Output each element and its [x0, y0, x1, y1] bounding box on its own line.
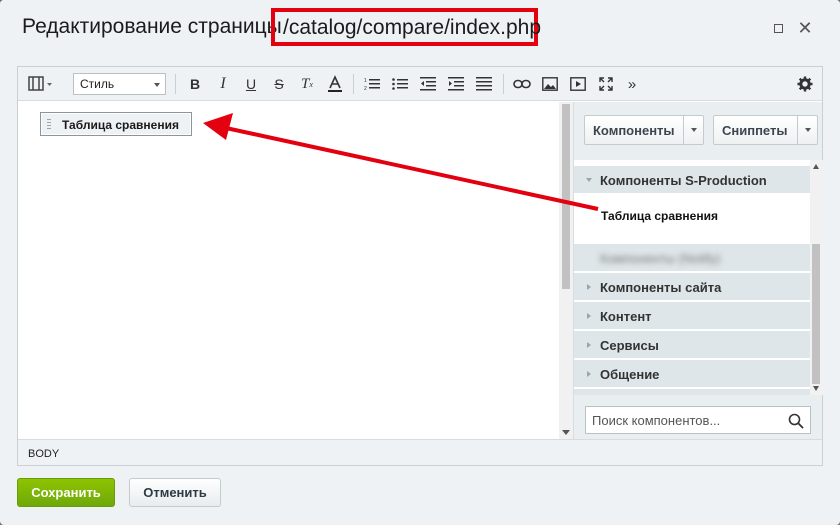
snippets-button-label: Сниппеты [722, 122, 788, 138]
bold-icon[interactable]: B [185, 73, 205, 95]
chevron-down-icon [154, 83, 160, 87]
toolbar-divider [175, 74, 176, 94]
chevron-down-icon [586, 178, 592, 182]
tree-group-label: Контент [600, 309, 652, 324]
tree-item-compare-table[interactable]: Таблица сравнения [574, 195, 810, 237]
tree-group-communication[interactable]: Общение [574, 360, 810, 388]
chevron-down-icon[interactable] [797, 116, 817, 144]
editor-statusbar: BODY [18, 439, 822, 465]
tree-group-label: Сервисы [600, 338, 659, 353]
svg-text:2: 2 [364, 86, 367, 91]
style-select-value: Стиль [80, 77, 115, 91]
image-icon[interactable] [539, 73, 561, 95]
tree-group-notify[interactable]: Компоненты (Notify) [574, 244, 810, 272]
strikethrough-icon[interactable]: S [269, 73, 289, 95]
maximize-icon[interactable] [770, 20, 786, 36]
editor-content-area[interactable]: Таблица сравнения [18, 102, 573, 439]
component-placeholder[interactable]: Таблица сравнения [40, 112, 192, 136]
align-icon[interactable] [473, 73, 495, 95]
clear-format-icon[interactable]: Tx [297, 73, 317, 95]
toolbar-divider [353, 74, 354, 94]
video-icon[interactable] [567, 73, 589, 95]
tree-group-s-production[interactable]: Компоненты S-Production [574, 166, 810, 194]
underline-icon[interactable]: U [241, 73, 261, 95]
dialog-titlebar: Редактирование страницы /catalog/compare… [0, 0, 840, 58]
scroll-up-icon[interactable] [813, 164, 819, 169]
drag-handle-icon[interactable] [47, 119, 51, 130]
more-icon[interactable]: » [623, 73, 641, 95]
save-button[interactable]: Сохранить [17, 478, 115, 507]
element-path[interactable]: BODY [28, 448, 59, 460]
style-select[interactable]: Стиль [73, 73, 166, 95]
chevron-right-icon [587, 371, 591, 377]
components-scrollbar[interactable] [810, 160, 823, 395]
editor-toolbar: Стиль B I U S Tx 12 » [18, 67, 822, 101]
template-icon[interactable] [26, 73, 56, 95]
components-button-label: Компоненты [593, 122, 675, 138]
unordered-list-icon[interactable] [389, 73, 411, 95]
snippets-button[interactable]: Сниппеты [713, 115, 818, 145]
tree-group-content[interactable]: Контент [574, 302, 810, 330]
tree-group-services[interactable]: Сервисы [574, 331, 810, 359]
page-path-highlight: /catalog/compare/index.php [271, 8, 541, 46]
tree-group-cutoff[interactable] [574, 389, 810, 395]
svg-text:1: 1 [364, 78, 367, 84]
components-panel: Компоненты Сниппеты Компоненты S-Product… [573, 102, 823, 439]
scroll-thumb[interactable] [812, 244, 820, 384]
tree-group-site-components[interactable]: Компоненты сайта [574, 273, 810, 301]
component-search-input[interactable] [586, 407, 782, 433]
fullscreen-icon[interactable] [595, 73, 617, 95]
outdent-icon[interactable] [417, 73, 439, 95]
component-placeholder-label: Таблица сравнения [62, 118, 179, 132]
tree-group-label: Компоненты S-Production [600, 173, 767, 188]
indent-icon[interactable] [445, 73, 467, 95]
page-path: /catalog/compare/index.php [283, 16, 541, 39]
edit-page-dialog: Редактирование страницы /catalog/compare… [0, 0, 840, 525]
tree-group-label: Компоненты (Notify) [600, 251, 721, 266]
chevron-right-icon [587, 342, 591, 348]
cancel-button[interactable]: Отменить [129, 478, 221, 507]
italic-icon[interactable]: I [213, 73, 233, 95]
ordered-list-icon[interactable]: 12 [361, 73, 383, 95]
html-editor: Стиль B I U S Tx 12 » Таблица сравнения … [17, 66, 823, 466]
chevron-right-icon [587, 284, 591, 290]
link-icon[interactable] [511, 73, 533, 95]
tree-group-label: Компоненты сайта [600, 280, 722, 295]
chevron-down-icon[interactable] [683, 116, 703, 144]
toolbar-divider [503, 74, 504, 94]
search-icon[interactable] [788, 413, 804, 429]
scroll-thumb[interactable] [562, 104, 570, 289]
tree-item-label: Таблица сравнения [601, 209, 718, 223]
tree-group-label: Общение [600, 367, 660, 382]
components-button[interactable]: Компоненты [584, 115, 704, 145]
text-color-icon[interactable] [325, 73, 345, 95]
settings-icon[interactable] [794, 73, 816, 95]
dialog-title: Редактирование страницы [22, 15, 282, 38]
scroll-down-icon[interactable] [813, 386, 819, 391]
editor-scrollbar[interactable] [559, 102, 573, 439]
scroll-down-icon[interactable] [562, 430, 570, 435]
chevron-right-icon [587, 313, 591, 319]
components-tree: Компоненты S-Production Таблица сравнени… [574, 160, 810, 395]
component-search [585, 406, 811, 434]
close-icon[interactable]: ✕ [797, 19, 813, 37]
